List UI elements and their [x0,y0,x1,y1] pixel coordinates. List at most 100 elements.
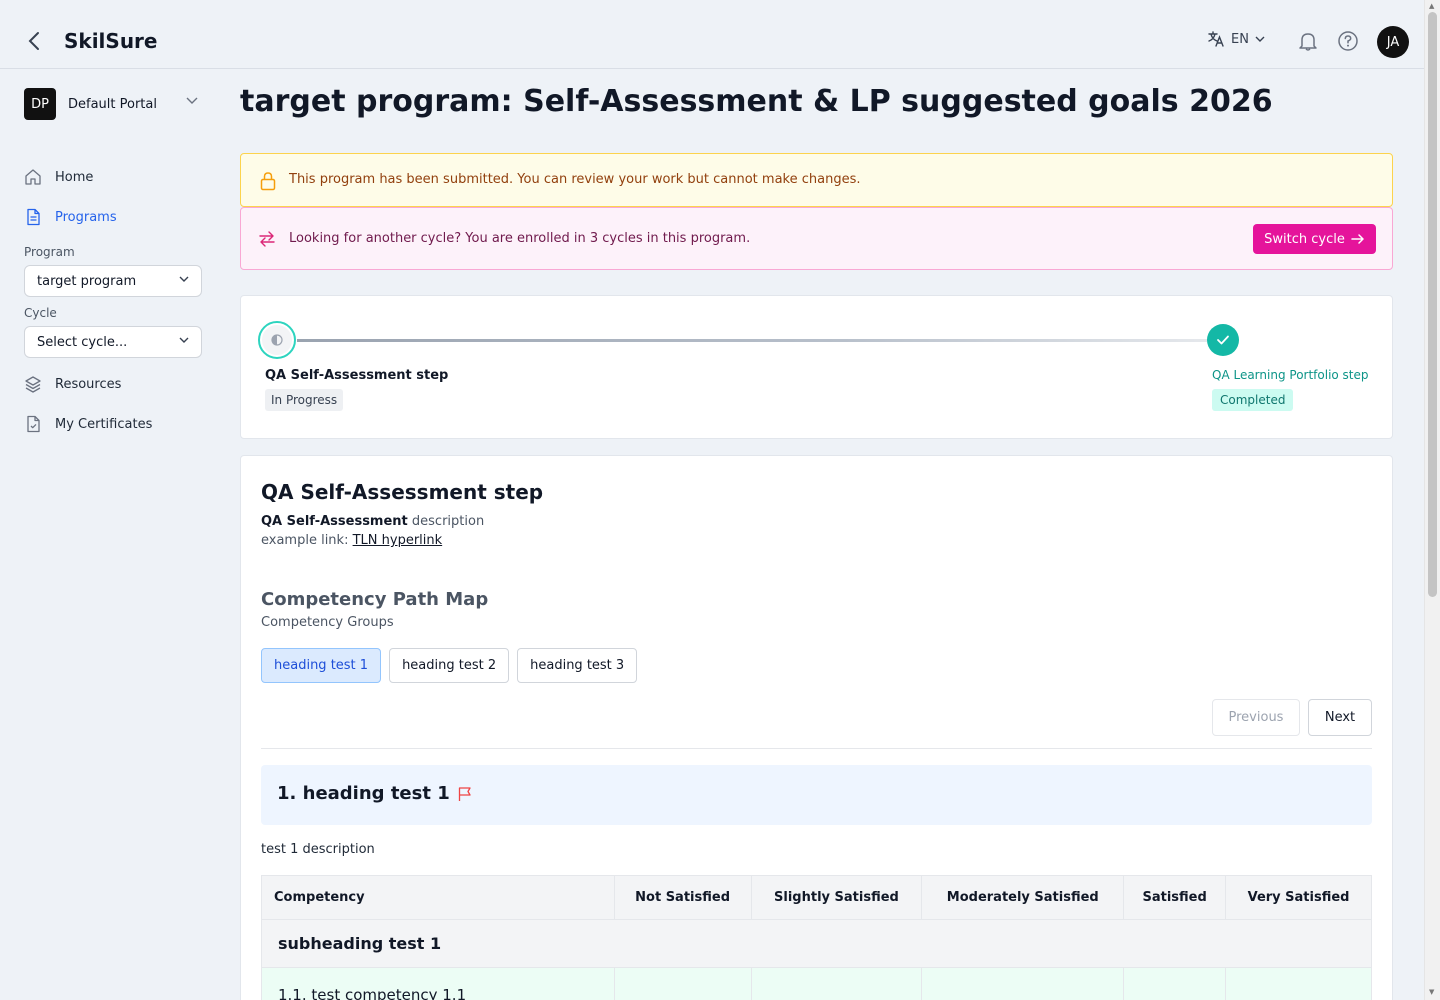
competency-group-title: 1. heading test 1 [277,783,450,804]
next-button[interactable]: Next [1308,699,1372,736]
scroll-down-arrow-icon[interactable]: ▼ [1429,988,1434,996]
subheading-cell: subheading test 1 [261,919,1372,968]
chevron-down-icon [1255,36,1265,42]
cycle-select[interactable]: Select cycle... [24,326,202,358]
competency-groups-label: Competency Groups [261,615,394,630]
rating-cell-not-satisfied[interactable] [613,967,752,1000]
progress-stepper: QA Self-Assessment step In Progress QA L… [240,295,1393,439]
tab-heading-test-2[interactable]: heading test 2 [389,648,510,683]
step-1-indicator[interactable] [258,321,296,359]
portal-badge: DP [24,88,56,120]
rating-cell-very-satisfied[interactable] [1225,967,1372,1000]
step-description-rest: description [407,514,485,529]
column-header: Not Satisfied [613,875,752,920]
rating-cell-slightly-satisfied[interactable] [750,967,923,1000]
back-button[interactable] [22,29,46,53]
sidebar: DP Default Portal Home Programs Program … [0,69,220,1000]
help-button[interactable] [1337,30,1359,56]
competency-name-cell: 1.1. test competency 1.1 [261,967,615,1000]
portal-name: Default Portal [68,96,157,112]
program-select-value: target program [37,273,137,289]
sidebar-item-programs[interactable]: Programs [24,208,117,226]
step-1-label[interactable]: QA Self-Assessment step [265,368,448,383]
rating-cell-satisfied[interactable] [1123,967,1227,1000]
tab-heading-test-3[interactable]: heading test 3 [517,648,638,683]
chevron-down-icon [179,276,189,282]
swap-arrows-icon [259,231,275,247]
chevron-left-icon [28,32,39,50]
column-header: Slightly Satisfied [750,875,923,920]
competency-path-map-title: Competency Path Map [261,589,489,610]
document-icon [27,208,40,226]
chevron-down-icon [186,97,198,104]
bell-icon [1299,33,1317,51]
help-icon [1338,31,1358,51]
step-detail-card: QA Self-Assessment step QA Self-Assessme… [240,455,1393,1000]
step-example-link-line: example link: TLN hyperlink [261,533,442,548]
chevron-down-icon [179,337,189,343]
program-label: Program [24,245,75,259]
previous-button[interactable]: Previous [1212,699,1300,736]
column-header: Moderately Satisfied [921,875,1125,920]
sidebar-item-label: My Certificates [55,416,153,432]
tab-heading-test-1[interactable]: heading test 1 [261,648,382,683]
table-row: 1.1. test competency 1.1 [261,967,1372,1000]
sidebar-item-certificates[interactable]: My Certificates [24,415,152,433]
home-icon [25,169,41,185]
cycle-select-value: Select cycle... [37,334,128,350]
switch-cycle-button[interactable]: Switch cycle [1253,224,1376,254]
language-selector[interactable]: EN [1207,30,1265,48]
cycle-alert-text: Looking for another cycle? You are enrol… [289,231,751,246]
competency-table: Competency Not Satisfied Slightly Satisf… [261,875,1372,1000]
cycle-label: Cycle [24,306,57,320]
program-select[interactable]: target program [24,265,202,297]
scrollbar-thumb[interactable] [1428,12,1437,597]
competency-group-tabs: heading test 1 heading test 2 heading te… [261,648,638,683]
competency-group-description: test 1 description [261,842,375,857]
step-2-indicator[interactable] [1207,324,1239,356]
sidebar-item-label: Home [55,169,94,185]
portal-switcher[interactable]: DP Default Portal [24,87,200,121]
layers-icon [25,376,41,393]
half-circle-icon [271,334,283,346]
tln-hyperlink[interactable]: TLN hyperlink [353,533,443,548]
translate-icon [1208,31,1224,47]
sidebar-item-label: Resources [55,376,122,392]
certificate-icon [27,415,40,433]
cycle-alert: Looking for another cycle? You are enrol… [240,207,1393,270]
link-prefix: example link: [261,533,353,548]
step-title: QA Self-Assessment step [261,480,544,504]
submitted-alert-text: This program has been submitted. You can… [289,172,861,187]
switch-cycle-label: Switch cycle [1264,231,1345,247]
arrow-right-icon [1351,234,1364,244]
step-1-status-badge: In Progress [265,389,344,411]
step-description: QA Self-Assessment description [261,514,484,529]
competency-group-header: 1. heading test 1 [261,765,1372,825]
sidebar-item-resources[interactable]: Resources [24,375,121,393]
page-scrollbar[interactable]: ▲ ▼ [1424,0,1440,1000]
column-header: Competency [261,875,615,920]
brand-logo: SkilSure [64,29,158,53]
scroll-up-arrow-icon[interactable]: ▲ [1429,2,1434,10]
lock-icon [260,172,276,191]
table-header-row: Competency Not Satisfied Slightly Satisf… [261,875,1372,920]
rating-cell-moderately-satisfied[interactable] [921,967,1125,1000]
submitted-alert: This program has been submitted. You can… [240,153,1393,207]
notifications-button[interactable] [1297,30,1319,56]
column-header: Very Satisfied [1225,875,1372,920]
column-header: Satisfied [1123,875,1227,920]
step-description-bold: QA Self-Assessment [261,514,408,529]
page-title: target program: Self-Assessment & LP sug… [240,84,1273,119]
top-bar: SkilSure EN JA [0,0,1424,69]
table-subheading-row: subheading test 1 [261,919,1372,968]
sidebar-item-home[interactable]: Home [24,168,93,186]
stepper-connector [297,339,1207,342]
language-code: EN [1231,31,1249,47]
step-2-status-badge: Completed [1212,389,1294,411]
check-icon [1217,335,1229,345]
divider [261,748,1372,749]
flag-icon[interactable] [457,786,473,802]
sidebar-item-label: Programs [55,209,117,225]
user-avatar[interactable]: JA [1377,26,1409,58]
step-2-label[interactable]: QA Learning Portfolio step [1212,368,1369,382]
